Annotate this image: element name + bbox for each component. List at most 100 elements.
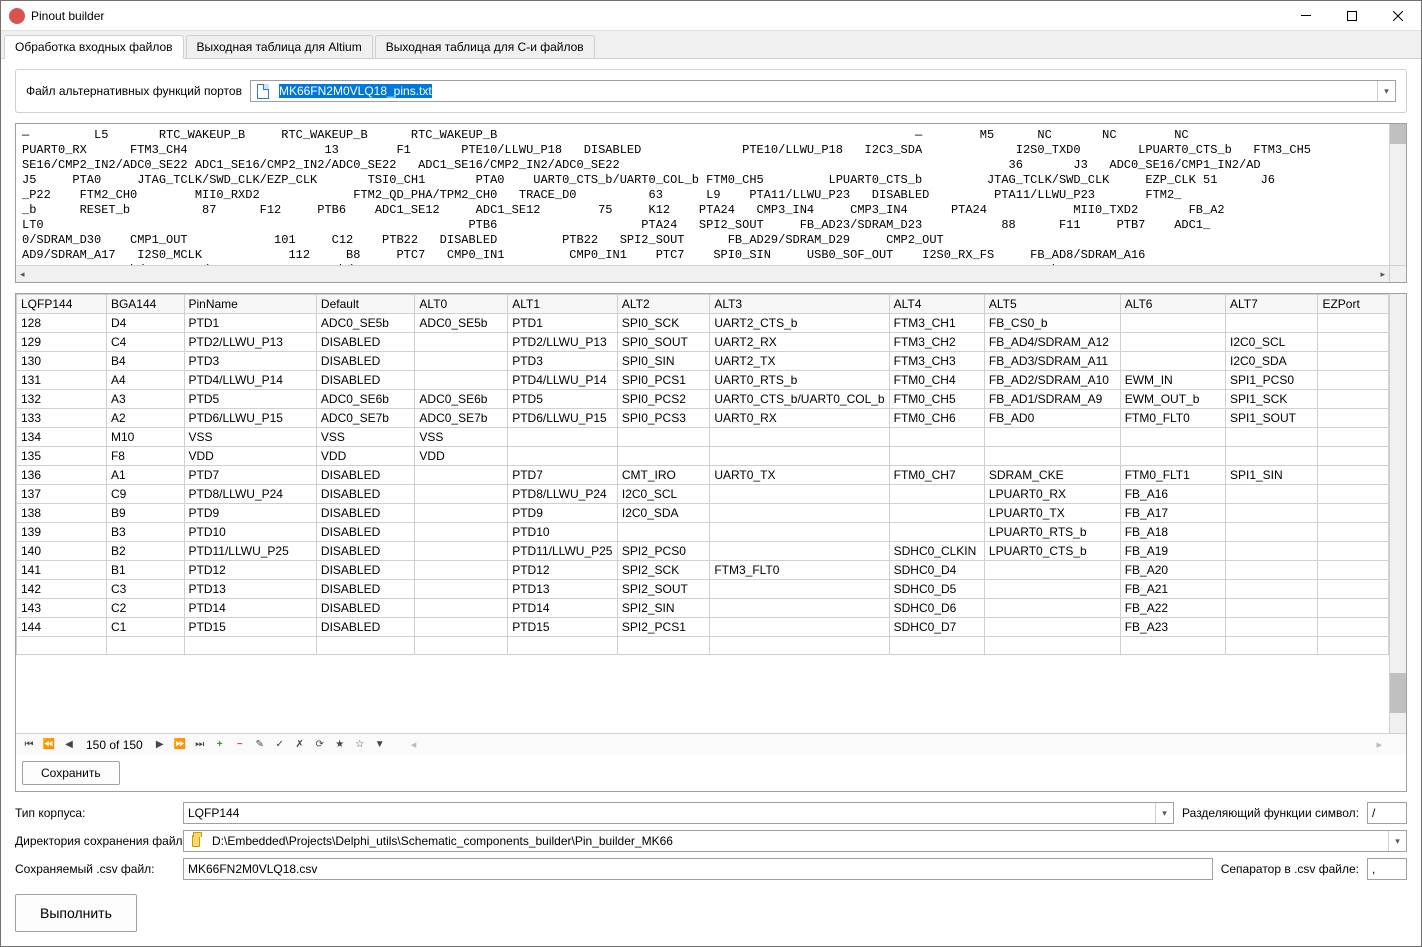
- table-cell[interactable]: [1225, 447, 1317, 466]
- table-cell[interactable]: 144: [17, 618, 107, 637]
- table-cell[interactable]: [1120, 333, 1225, 352]
- table-cell[interactable]: DISABLED: [316, 523, 414, 542]
- table-cell[interactable]: 141: [17, 561, 107, 580]
- table-cell[interactable]: 128: [17, 314, 107, 333]
- table-cell[interactable]: [508, 637, 618, 655]
- table-cell[interactable]: FB_A16: [1120, 485, 1225, 504]
- table-cell[interactable]: [889, 447, 984, 466]
- table-cell[interactable]: 140: [17, 542, 107, 561]
- table-cell[interactable]: [889, 428, 984, 447]
- table-cell[interactable]: [184, 637, 316, 655]
- table-cell[interactable]: SPI2_PCS1: [617, 618, 709, 637]
- table-cell[interactable]: SDHC0_D5: [889, 580, 984, 599]
- column-header[interactable]: ALT1: [508, 295, 618, 314]
- table-cell[interactable]: PTD10: [508, 523, 618, 542]
- table-cell[interactable]: ADC0_SE7b: [316, 409, 414, 428]
- table-cell[interactable]: FB_A20: [1120, 561, 1225, 580]
- table-cell[interactable]: [710, 447, 889, 466]
- nav-prevpage-button[interactable]: ⏪: [40, 736, 58, 754]
- nav-delete-button[interactable]: −: [231, 736, 249, 754]
- column-header[interactable]: ALT7: [1225, 295, 1317, 314]
- table-row[interactable]: 131A4PTD4/LLWU_P14DISABLEDPTD4/LLWU_P14S…: [17, 371, 1389, 390]
- table-cell[interactable]: ADC0_SE6b: [415, 390, 508, 409]
- table-cell[interactable]: PTD2/LLWU_P13: [184, 333, 316, 352]
- table-cell[interactable]: [1318, 485, 1389, 504]
- table-cell[interactable]: EWM_IN: [1120, 371, 1225, 390]
- table-cell[interactable]: [984, 637, 1120, 655]
- table-cell[interactable]: B4: [106, 352, 184, 371]
- table-cell[interactable]: 138: [17, 504, 107, 523]
- minimize-button[interactable]: [1283, 1, 1329, 31]
- raw-text-area[interactable]: — L5 RTC_WAKEUP_B RTC_WAKEUP_B RTC_WAKEU…: [15, 123, 1407, 283]
- table-cell[interactable]: [1225, 504, 1317, 523]
- table-cell[interactable]: [889, 637, 984, 655]
- column-header[interactable]: ALT6: [1120, 295, 1225, 314]
- table-cell[interactable]: UART0_CTS_b/UART0_COL_b: [710, 390, 889, 409]
- table-row[interactable]: 141B1PTD12DISABLEDPTD12SPI2_SCKFTM3_FLT0…: [17, 561, 1389, 580]
- table-cell[interactable]: FB_A21: [1120, 580, 1225, 599]
- table-cell[interactable]: I2C0_SDA: [1225, 352, 1317, 371]
- table-cell[interactable]: ADC0_SE5b: [415, 314, 508, 333]
- table-cell[interactable]: 134: [17, 428, 107, 447]
- table-cell[interactable]: FTM0_CH5: [889, 390, 984, 409]
- tab-altium-output[interactable]: Выходная таблица для Altium: [186, 35, 373, 58]
- table-cell[interactable]: [984, 428, 1120, 447]
- table-cell[interactable]: [415, 637, 508, 655]
- table-cell[interactable]: FB_AD0: [984, 409, 1120, 428]
- table-cell[interactable]: A2: [106, 409, 184, 428]
- table-cell[interactable]: UART2_TX: [710, 352, 889, 371]
- table-cell[interactable]: SPI1_SOUT: [1225, 409, 1317, 428]
- table-cell[interactable]: [415, 599, 508, 618]
- table-row[interactable]: 137C9PTD8/LLWU_P24DISABLEDPTD8/LLWU_P24I…: [17, 485, 1389, 504]
- table-cell[interactable]: C2: [106, 599, 184, 618]
- table-cell[interactable]: FB_AD2/SDRAM_A10: [984, 371, 1120, 390]
- column-header[interactable]: EZPort: [1318, 295, 1389, 314]
- table-cell[interactable]: SPI2_SCK: [617, 561, 709, 580]
- table-cell[interactable]: [415, 523, 508, 542]
- table-cell[interactable]: DISABLED: [316, 618, 414, 637]
- table-cell[interactable]: [1318, 314, 1389, 333]
- table-cell[interactable]: DISABLED: [316, 599, 414, 618]
- nav-nextpage-button[interactable]: ⏩: [171, 736, 189, 754]
- table-cell[interactable]: DISABLED: [316, 333, 414, 352]
- table-cell[interactable]: [1120, 352, 1225, 371]
- table-cell[interactable]: [710, 504, 889, 523]
- table-cell[interactable]: LPUART0_CTS_b: [984, 542, 1120, 561]
- table-row[interactable]: 133A2PTD6/LLWU_P15ADC0_SE7bADC0_SE7bPTD6…: [17, 409, 1389, 428]
- table-cell[interactable]: B9: [106, 504, 184, 523]
- table-cell[interactable]: [415, 466, 508, 485]
- table-cell[interactable]: [984, 447, 1120, 466]
- table-row[interactable]: 130B4PTD3DISABLEDPTD3SPI0_SINUART2_TXFTM…: [17, 352, 1389, 371]
- table-cell[interactable]: DISABLED: [316, 371, 414, 390]
- tab-input-processing[interactable]: Обработка входных файлов: [4, 35, 184, 59]
- table-cell[interactable]: [1225, 599, 1317, 618]
- table-cell[interactable]: [984, 561, 1120, 580]
- table-cell[interactable]: 132: [17, 390, 107, 409]
- table-cell[interactable]: [1318, 580, 1389, 599]
- table-cell[interactable]: 143: [17, 599, 107, 618]
- column-header[interactable]: ALT4: [889, 295, 984, 314]
- table-cell[interactable]: [710, 542, 889, 561]
- close-button[interactable]: [1375, 1, 1421, 31]
- table-cell[interactable]: DISABLED: [316, 542, 414, 561]
- table-cell[interactable]: I2C0_SCL: [1225, 333, 1317, 352]
- table-cell[interactable]: CMT_IRO: [617, 466, 709, 485]
- table-cell[interactable]: SPI0_SOUT: [617, 333, 709, 352]
- table-cell[interactable]: UART0_RX: [710, 409, 889, 428]
- table-cell[interactable]: [710, 618, 889, 637]
- table-cell[interactable]: PTD13: [508, 580, 618, 599]
- table-cell[interactable]: [1120, 428, 1225, 447]
- table-cell[interactable]: [508, 428, 618, 447]
- alt-func-file-combo[interactable]: MK66FN2M0VLQ18_pins.txt ▾: [250, 80, 1396, 102]
- table-cell[interactable]: LPUART0_RTS_b: [984, 523, 1120, 542]
- table-cell[interactable]: [1318, 466, 1389, 485]
- table-cell[interactable]: [710, 599, 889, 618]
- table-cell[interactable]: 137: [17, 485, 107, 504]
- column-header[interactable]: ALT2: [617, 295, 709, 314]
- table-cell[interactable]: B3: [106, 523, 184, 542]
- table-cell[interactable]: [1225, 637, 1317, 655]
- csv-file-input[interactable]: [183, 858, 1213, 880]
- table-cell[interactable]: B1: [106, 561, 184, 580]
- table-cell[interactable]: DISABLED: [316, 561, 414, 580]
- table-cell[interactable]: VSS: [415, 428, 508, 447]
